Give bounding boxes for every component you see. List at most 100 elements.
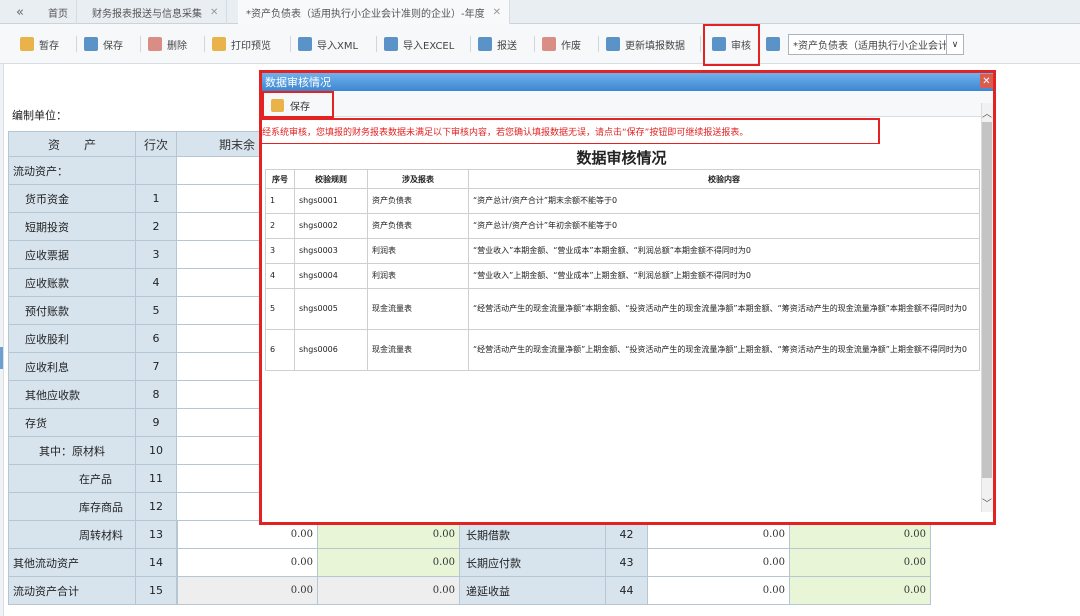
period-end-cell[interactable]: 0.00: [177, 549, 318, 577]
import-excel-icon: [384, 37, 398, 51]
value-cell[interactable]: [177, 437, 260, 465]
year-begin-cell[interactable]: 0.00: [318, 521, 460, 549]
report-select[interactable]: *资产负债表（适用执行小企业会计准则的企业）-年度 ∨: [788, 34, 964, 55]
liability-period-end-cell[interactable]: 0.00: [648, 577, 790, 605]
row-number: [136, 157, 177, 185]
toolbar-divider: [140, 36, 141, 52]
dialog-save-button[interactable]: 保存: [265, 94, 333, 116]
row-label: 周转材料: [8, 521, 136, 549]
audit-button[interactable]: 审核: [712, 33, 751, 55]
close-icon[interactable]: ✕: [493, 7, 501, 18]
row-content: “资产总计/资产合计”期末余额不能等于0: [468, 188, 980, 214]
delete-button[interactable]: 删除: [148, 33, 187, 55]
void-icon: [542, 37, 556, 51]
liability-period-end-cell[interactable]: 0.00: [648, 521, 790, 549]
row-number: 4: [136, 269, 177, 297]
dialog-scrollbar-thumb[interactable]: [982, 122, 992, 478]
row-label: 货币资金: [8, 185, 136, 213]
close-icon[interactable]: ✕: [210, 7, 218, 18]
row-rule: shgs0003: [294, 238, 368, 264]
report-type-icon-wrap: [766, 33, 785, 55]
value-cell[interactable]: [177, 353, 260, 381]
value-cell[interactable]: [177, 241, 260, 269]
value-cell[interactable]: [177, 493, 260, 521]
void-button[interactable]: 作废: [542, 33, 581, 55]
toolbar-divider: [376, 36, 377, 52]
import-excel-button[interactable]: 导入EXCEL: [384, 33, 454, 55]
table-row: 5 shgs0005 现金流量表 “经营活动产生的现金流量净额”本期金额、“投资…: [265, 288, 980, 330]
row-number: 11: [136, 465, 177, 493]
col-no: 序号: [265, 169, 295, 189]
value-cell[interactable]: [177, 213, 260, 241]
toolbar-divider: [76, 36, 77, 52]
tab-home[interactable]: 首页: [40, 0, 77, 24]
chevron-down-icon[interactable]: ∨: [946, 35, 963, 54]
tab-label: *资产负债表（适用执行小企业会计准则的企业）-年度: [246, 8, 485, 20]
liability-label: 长期借款: [460, 521, 606, 549]
scroll-down-icon[interactable]: ﹀: [981, 494, 993, 510]
tab-scroll-left-icon[interactable]: «: [0, 0, 40, 24]
liability-year-begin-cell[interactable]: 0.00: [790, 549, 931, 577]
row-label: 应收账款: [8, 269, 136, 297]
row-number: 14: [136, 549, 177, 577]
liability-year-begin-cell[interactable]: 0.00: [790, 577, 931, 605]
row-label: 其中：原材料: [8, 437, 136, 465]
row-content: “经营活动产生的现金流量净额”本期金额、“投资活动产生的现金流量净额”本期金额、…: [468, 288, 980, 330]
left-panel-edge: [0, 64, 4, 616]
row-number: 13: [136, 521, 177, 549]
col-content: 校验内容: [468, 169, 980, 189]
value-cell[interactable]: [177, 465, 260, 493]
year-begin-cell[interactable]: 0.00: [318, 549, 460, 577]
toolbar-divider: [470, 36, 471, 52]
audit-table-header: 序号 校验规则 涉及报表 校验内容: [265, 169, 980, 189]
liability-label: 递延收益: [460, 577, 606, 605]
row-label: 流动资产：: [8, 157, 136, 185]
period-end-cell[interactable]: 0.00: [177, 521, 318, 549]
value-cell[interactable]: [177, 409, 260, 437]
value-cell[interactable]: [177, 157, 260, 185]
value-cell[interactable]: [177, 269, 260, 297]
report-select-value: *资产负债表（适用执行小企业会计准则的企业）-年度: [793, 41, 946, 52]
row-number: 8: [136, 381, 177, 409]
org-label: 编制单位：: [12, 109, 67, 122]
liability-year-begin-cell[interactable]: 0.00: [790, 521, 931, 549]
import-xml-button[interactable]: 导入XML: [298, 33, 358, 55]
print-preview-icon: [212, 37, 226, 51]
tab-report-collection[interactable]: 财务报表报送与信息采集 ✕: [84, 0, 228, 24]
row-number: 5: [136, 297, 177, 325]
value-cell[interactable]: [177, 185, 260, 213]
close-icon[interactable]: ✕: [980, 74, 993, 88]
toolbar-divider: [534, 36, 535, 52]
row-label: 预付账款: [8, 297, 136, 325]
audit-table: 序号 校验规则 涉及报表 校验内容 1 shgs0001 资产负债表 “资产总计…: [265, 169, 980, 371]
row-label: 库存商品: [8, 493, 136, 521]
liability-row-number: 43: [606, 549, 648, 577]
row-report: 利润表: [367, 263, 469, 289]
period-end-cell[interactable]: 0.00: [177, 577, 318, 605]
save-draft-button[interactable]: 暂存: [20, 33, 59, 55]
save-icon: [84, 37, 98, 51]
row-label: 其他流动资产: [8, 549, 136, 577]
submit-button[interactable]: 报送: [478, 33, 517, 55]
value-cell[interactable]: [177, 325, 260, 353]
row-label: 在产品: [8, 465, 136, 493]
row-no: 2: [265, 213, 295, 239]
scroll-up-icon[interactable]: ︿: [981, 104, 993, 120]
audit-notice: 经系统审核，您填报的财务报表数据未满足以下审核内容，若您确认填报数据无误，请点击…: [262, 127, 749, 138]
save-button[interactable]: 保存: [84, 33, 123, 55]
left-panel-handle[interactable]: [0, 347, 3, 369]
row-number: 15: [136, 577, 177, 605]
liability-period-end-cell[interactable]: 0.00: [648, 549, 790, 577]
value-cell[interactable]: [177, 381, 260, 409]
print-preview-button[interactable]: 打印预览: [212, 33, 271, 55]
row-report: 资产负债表: [367, 213, 469, 239]
delete-icon: [148, 37, 162, 51]
tab-balance-sheet[interactable]: *资产负债表（适用执行小企业会计准则的企业）-年度 ✕: [238, 0, 510, 24]
tab-label: 首页: [48, 8, 68, 20]
value-cell[interactable]: [177, 297, 260, 325]
col-rule: 校验规则: [294, 169, 368, 189]
year-begin-cell[interactable]: 0.00: [318, 577, 460, 605]
toolbar-divider: [700, 36, 701, 52]
refresh-data-button[interactable]: 更新填报数据: [606, 33, 685, 55]
report-icon: [766, 37, 780, 51]
